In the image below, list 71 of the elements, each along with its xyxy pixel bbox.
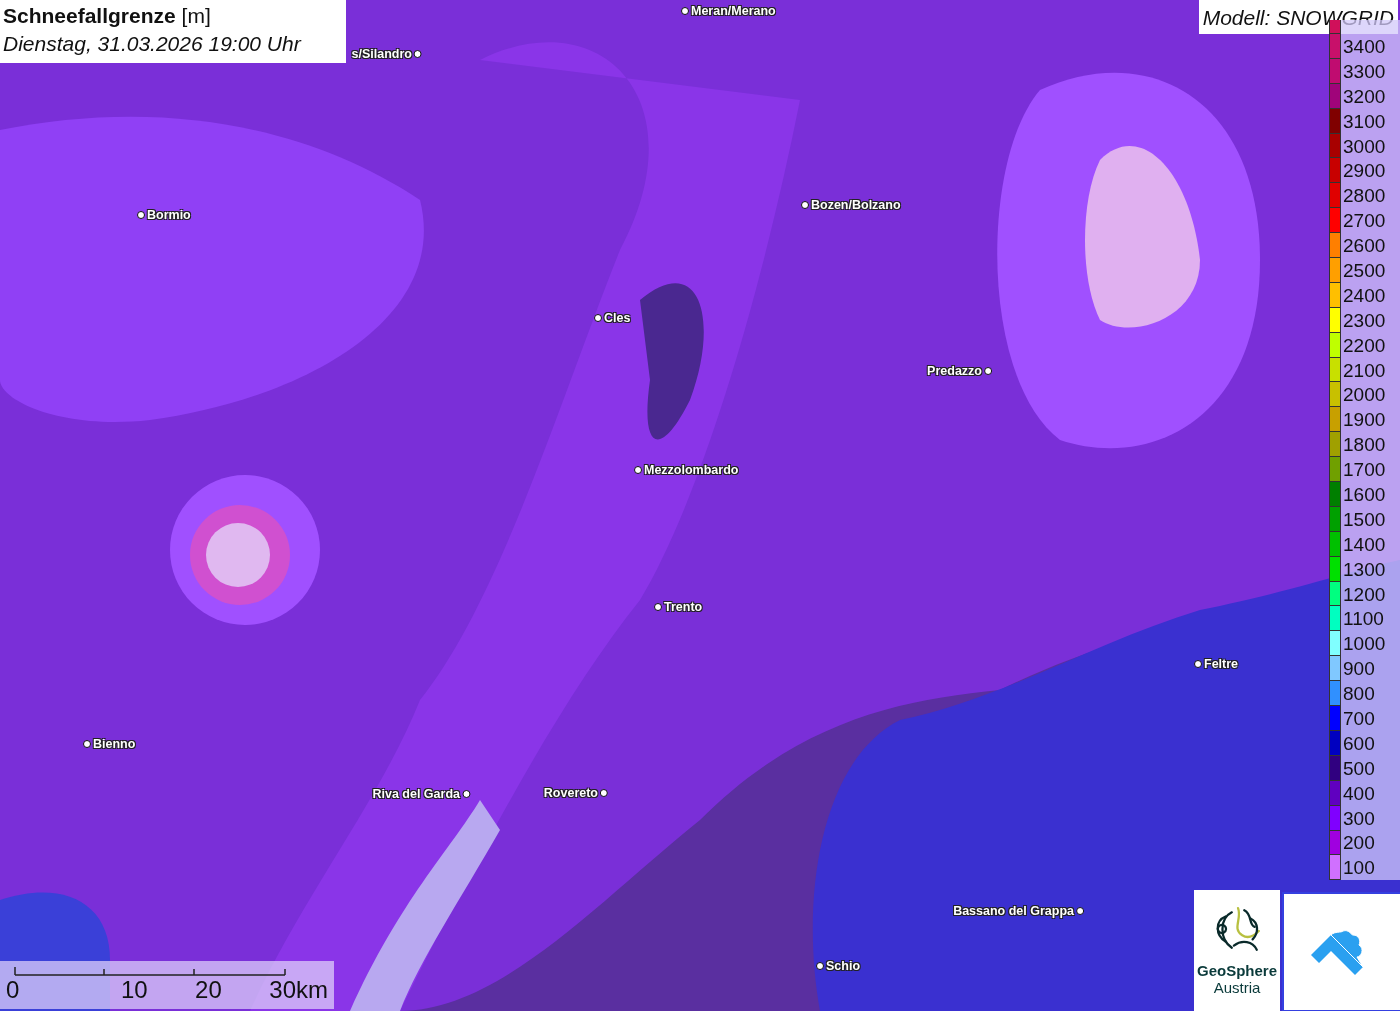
legend-value: 2500 (1342, 260, 1386, 280)
place-label: Bormio (147, 208, 191, 222)
place-label: Trento (664, 600, 703, 614)
logo-subtitle: Austria (1213, 979, 1261, 996)
place-label: Predazzo (927, 364, 982, 378)
place-label: Cles (604, 311, 631, 325)
legend-value: 2400 (1342, 285, 1386, 305)
legend-value: 200 (1342, 833, 1375, 853)
city-dot-icon (681, 7, 689, 15)
legend-value: 2700 (1342, 211, 1386, 231)
legend-value: 1400 (1342, 534, 1386, 554)
legend-value: 1100 (1342, 609, 1384, 629)
place-label: Rovereto (543, 786, 598, 800)
legend-value: 1900 (1342, 410, 1386, 430)
legend-value: 2900 (1342, 161, 1386, 181)
legend-value: 600 (1342, 733, 1375, 753)
scale-tick-label: 30km (269, 977, 328, 1003)
scale-tick-label: 10 (120, 977, 148, 1003)
legend-value: 3000 (1342, 136, 1386, 156)
city-dot-icon (634, 466, 642, 474)
city-dot-icon (600, 789, 608, 797)
legend-value: 1000 (1342, 634, 1386, 654)
city-dot-icon (462, 790, 470, 798)
logo-wordmark: GeoSphere (1197, 962, 1277, 979)
legend-value: 500 (1342, 758, 1375, 778)
city-dot-icon (801, 201, 809, 209)
city-dot-icon (654, 603, 662, 611)
place-label: Schio (826, 959, 861, 973)
legend-value: 1300 (1342, 559, 1386, 579)
legend-value: 900 (1342, 659, 1375, 679)
city-dot-icon (414, 50, 422, 58)
legend-value: 2800 (1342, 186, 1386, 206)
legend-value: 2200 (1342, 335, 1386, 355)
legend-value: 100 (1342, 858, 1375, 878)
scale-tick-label: 0 (6, 977, 20, 1003)
legend-value: 400 (1342, 783, 1375, 803)
legend-value: 1500 (1342, 509, 1386, 529)
legend-value: 800 (1342, 684, 1375, 704)
city-dot-icon (1194, 660, 1202, 668)
forecast-datetime: Dienstag, 31.03.2026 19:00 Uhr (3, 31, 303, 57)
city-dot-icon (984, 367, 992, 375)
place-label: Meran/Merano (691, 4, 776, 18)
legend-value: 3400 (1342, 36, 1386, 56)
place-label: Bassano del Grappa (953, 904, 1074, 918)
map-title: Schneefallgrenze [m] (3, 3, 212, 29)
place-label: s/Silandro (351, 47, 412, 61)
city-dot-icon (1076, 907, 1084, 915)
legend-value: 1700 (1342, 460, 1386, 480)
legend-value: 300 (1342, 808, 1375, 828)
legend-value: 2300 (1342, 310, 1386, 330)
legend-value: 2000 (1342, 385, 1386, 405)
scale-tick-label: 20 (195, 977, 222, 1003)
city-dot-icon (137, 211, 145, 219)
city-dot-icon (83, 740, 91, 748)
legend-value: 3100 (1342, 111, 1386, 131)
place-label: Riva del Garda (372, 787, 460, 801)
legend-value: 1800 (1342, 435, 1386, 455)
place-label: Bienno (93, 737, 136, 751)
scale-ruler-icon (14, 965, 286, 977)
legend-value: 3200 (1342, 86, 1386, 106)
legend-value: 2600 (1342, 236, 1386, 256)
legend-value: 1200 (1342, 584, 1386, 604)
place-label: Feltre (1204, 657, 1239, 671)
legend-value: 1600 (1342, 484, 1386, 504)
city-dot-icon (594, 314, 602, 322)
place-label: Mezzolombardo (644, 463, 739, 477)
legend-value: 700 (1342, 709, 1375, 728)
place-label: Bozen/Bolzano (811, 198, 901, 212)
legend-value: 3300 (1342, 61, 1386, 81)
city-dot-icon (816, 962, 824, 970)
legend-value: 2100 (1342, 360, 1386, 380)
